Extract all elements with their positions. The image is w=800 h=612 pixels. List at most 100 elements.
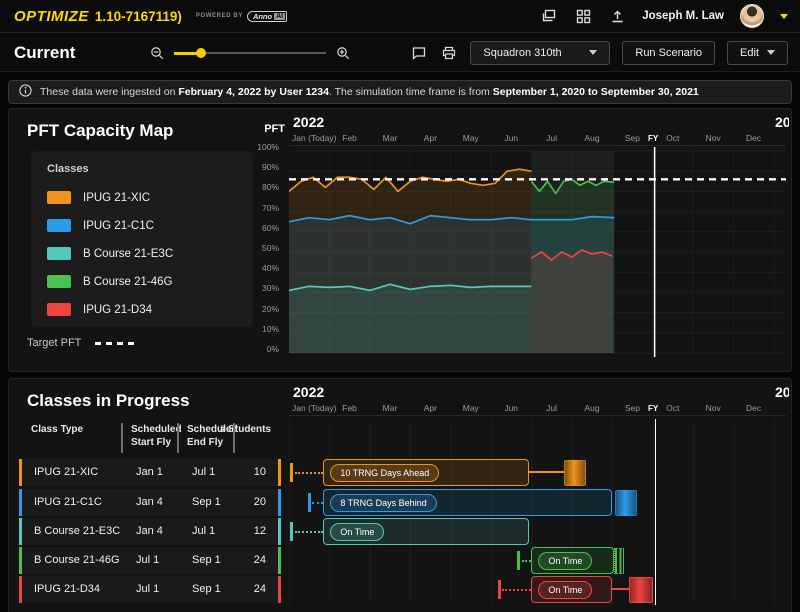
legend-item[interactable]: B Course 21-E3C (47, 247, 173, 260)
gantt-end-block[interactable] (614, 548, 624, 574)
zoom-in-icon[interactable] (334, 44, 352, 62)
cell-class-type: IPUG 21-C1C (34, 496, 102, 508)
cell-end-fly: Jul 1 (192, 466, 215, 478)
gantt-tail-line (612, 588, 629, 590)
user-menu-caret-icon[interactable] (780, 14, 788, 19)
gantt-row: 10 TRNG Days Ahead (289, 459, 786, 486)
legend-swatch (47, 247, 71, 260)
class-table-row[interactable]: IPUG 21-D34Jul 1Sep 124 (19, 576, 281, 603)
year-label: 2022 (293, 114, 324, 130)
brand-suffix: AI (274, 13, 285, 20)
cell-start-fly: Jan 4 (136, 525, 163, 537)
legend-item[interactable]: IPUG 21-XIC (47, 191, 150, 204)
gantt-tail-line (529, 471, 563, 473)
gantt-row: On Time (289, 518, 786, 545)
optimize-dashboard: OPTIMIZE 1.10-7167119) POWERED BY Anno A… (0, 0, 800, 612)
legend-swatch (47, 191, 71, 204)
anno-ai-logo: Anno AI (247, 11, 287, 22)
cell-num-students: 24 (254, 583, 266, 595)
month-label: Nov (693, 133, 733, 143)
zoom-slider-knob[interactable] (196, 48, 206, 58)
app-header: OPTIMIZE 1.10-7167119) POWERED BY Anno A… (0, 0, 800, 33)
upload-icon[interactable] (608, 7, 626, 25)
squadron-select[interactable]: Squadron 310th (470, 41, 610, 65)
month-label: Apr (410, 133, 450, 143)
gantt-end-block[interactable] (615, 490, 637, 516)
zoom-slider[interactable] (174, 46, 326, 60)
target-pft-legend: Target PFT (27, 337, 135, 349)
powered-by-label: POWERED BY (196, 13, 243, 19)
target-pft-dash-icon (95, 342, 135, 345)
timeline-zoom-control (148, 34, 352, 72)
gantt-leader-dotted-line (295, 531, 324, 533)
cell-start-fly: Jul 1 (136, 583, 159, 595)
gantt-leader-dotted-line (522, 560, 532, 562)
class-table-row[interactable]: B Course 21-E3CJan 4Jul 112 (19, 518, 281, 545)
gantt-end-block[interactable] (629, 577, 653, 603)
user-name: Joseph M. Law (642, 10, 724, 22)
gantt-status-badge: 10 TRNG Days Ahead (330, 464, 439, 482)
gantt-start-tick (290, 463, 293, 482)
pft-capacity-map-panel: PFT Capacity Map Classes IPUG 21-XICIPUG… (8, 108, 792, 372)
windows-overlap-icon[interactable] (540, 7, 558, 25)
target-pft-label: Target PFT (27, 337, 81, 349)
legend-label: B Course 21-46G (83, 276, 173, 288)
gantt-row: 8 TRNG Days Behind (289, 489, 786, 516)
month-label: Mar (370, 133, 410, 143)
grid-apps-icon[interactable] (574, 7, 592, 25)
cell-num-students: 10 (254, 466, 266, 478)
classes-in-progress-title: Classes in Progress (27, 391, 190, 411)
zoom-out-icon[interactable] (148, 44, 166, 62)
app-logo: OPTIMIZE (14, 8, 89, 25)
next-year-label: 20 (775, 114, 789, 130)
gantt-status-badge: On Time (538, 581, 592, 599)
table-column-header: # Students (220, 423, 271, 436)
legend-label: IPUG 21-C1C (83, 220, 154, 232)
legend-item[interactable]: IPUG 21-C1C (47, 219, 154, 232)
legend-label: IPUG 21-XIC (83, 192, 150, 204)
y-axis-tick: 0% (239, 344, 279, 354)
classes-in-progress-panel: Classes in Progress Class TypeScheduled … (8, 378, 792, 612)
month-label: Aug (572, 133, 612, 143)
app-version: 1.10-7167119) (95, 9, 182, 24)
gantt-start-tick (498, 580, 501, 599)
y-axis-tick: 100% (239, 142, 279, 152)
avatar[interactable] (740, 4, 764, 28)
legend-item[interactable]: B Course 21-46G (47, 275, 173, 288)
cell-start-fly: Jan 1 (136, 466, 163, 478)
comment-icon[interactable] (410, 44, 428, 62)
run-scenario-button[interactable]: Run Scenario (622, 41, 715, 65)
y-axis-tick: 40% (239, 263, 279, 273)
y-axis-tick: 20% (239, 304, 279, 314)
y-axis-title: PFT (253, 123, 285, 135)
class-table-row[interactable]: IPUG 21-XICJan 1Jul 110 (19, 459, 281, 486)
legend-item[interactable]: IPUG 21-D34 (47, 303, 152, 316)
y-axis-tick: 70% (239, 203, 279, 213)
edit-button[interactable]: Edit (727, 41, 788, 65)
y-axis-tick: 80% (239, 182, 279, 192)
classes-legend: Classes IPUG 21-XICIPUG 21-C1CB Course 2… (31, 151, 253, 327)
gantt-status-badge: On Time (538, 552, 592, 570)
capacity-map-title: PFT Capacity Map (27, 121, 173, 141)
legend-label: IPUG 21-D34 (83, 304, 152, 316)
month-label: Oct (653, 133, 693, 143)
y-axis-tick: 60% (239, 223, 279, 233)
table-column-header: Scheduled Start Fly (131, 423, 182, 449)
edit-caret-icon (767, 50, 775, 55)
month-axis: FY Jan (Today)FebMarAprMayJunJulAugSepOc… (289, 131, 786, 146)
column-separator (177, 423, 179, 453)
capacity-line-chart[interactable] (289, 147, 786, 359)
view-title: Current (14, 43, 75, 63)
column-separator (233, 423, 235, 453)
class-table-row[interactable]: IPUG 21-C1CJan 4Sep 120 (19, 489, 281, 516)
legend-label: B Course 21-E3C (83, 248, 173, 260)
cell-class-type: B Course 21-E3C (34, 525, 120, 537)
gantt-row: On Time (289, 547, 786, 574)
print-icon[interactable] (440, 44, 458, 62)
squadron-select-caret-icon (589, 50, 597, 55)
banner-text: These data were ingested on February 4, … (40, 86, 699, 98)
month-label: May (451, 133, 491, 143)
squadron-select-value: Squadron 310th (483, 47, 561, 59)
gantt-end-block[interactable] (564, 460, 586, 486)
class-table-row[interactable]: B Course 21-46GJul 1Sep 124 (19, 547, 281, 574)
